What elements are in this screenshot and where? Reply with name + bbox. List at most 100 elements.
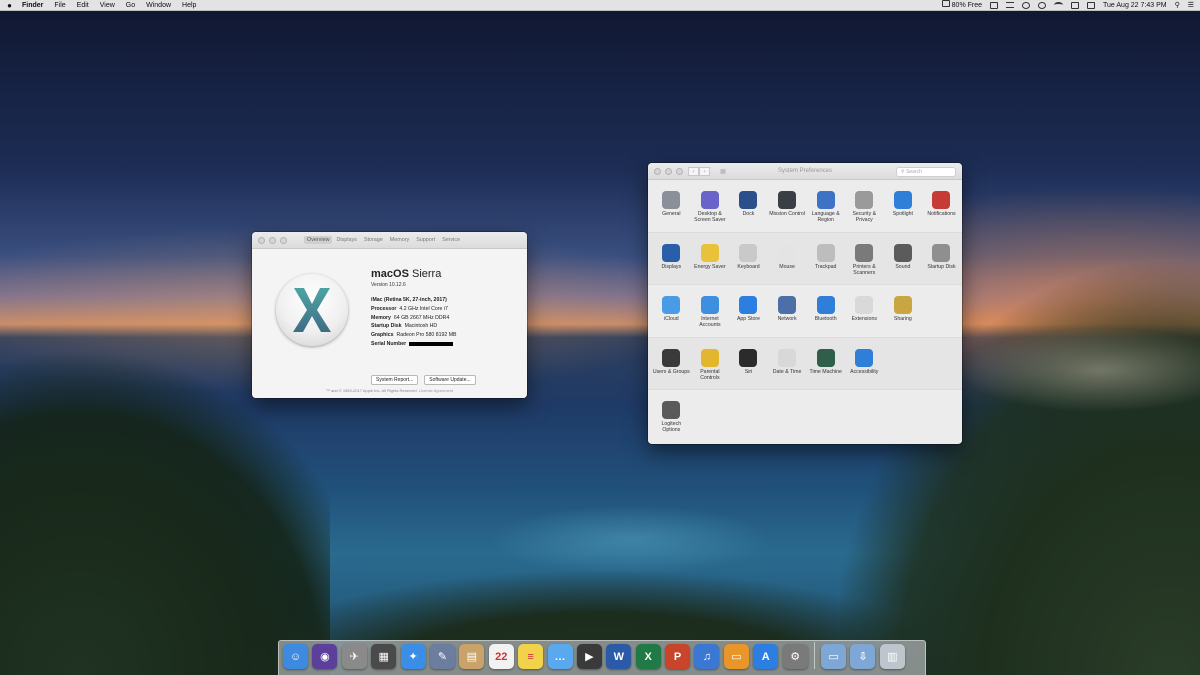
safari-icon[interactable]: ✦ bbox=[400, 644, 426, 669]
messages-icon[interactable]: … bbox=[547, 644, 573, 669]
word-icon[interactable]: W bbox=[606, 644, 632, 669]
spec-key: Memory bbox=[371, 314, 391, 321]
calendar-icon[interactable]: 22 bbox=[488, 644, 514, 669]
notes-icon[interactable]: ≡ bbox=[518, 644, 544, 669]
icloud-icon bbox=[662, 296, 681, 314]
pref-pane-mission-control[interactable]: Mission Control bbox=[768, 180, 807, 232]
spec-key: Serial Number bbox=[371, 340, 407, 347]
facetime-icon[interactable]: ▶ bbox=[576, 644, 602, 669]
pref-pane-parental[interactable]: Parental Controls bbox=[691, 338, 730, 390]
os-name-rest: Sierra bbox=[408, 268, 442, 280]
contacts-icon[interactable]: ▤ bbox=[459, 644, 485, 669]
pref-pane-date-time[interactable]: Date & Time bbox=[768, 338, 807, 390]
pref-pane-mouse[interactable]: Mouse bbox=[768, 233, 807, 285]
tab-overview[interactable]: Overview bbox=[304, 236, 333, 244]
system-report-button[interactable]: System Report... bbox=[371, 375, 419, 385]
dropbox-icon[interactable] bbox=[990, 1, 999, 9]
powerpoint-icon[interactable]: P bbox=[665, 644, 691, 669]
spec-memory: Memory 64 GB 2667 MHz DDR4 bbox=[371, 314, 457, 323]
minimize-button[interactable] bbox=[269, 237, 276, 244]
wifi-icon[interactable] bbox=[1054, 2, 1064, 8]
pref-pane-logitech[interactable]: Logitech Options bbox=[652, 390, 691, 443]
pref-pane-spotlight[interactable]: Spotlight bbox=[884, 180, 923, 232]
ibooks-icon[interactable]: ▭ bbox=[723, 644, 749, 669]
pref-pane-siri[interactable]: Siri bbox=[729, 338, 768, 390]
pref-pane-icloud[interactable]: iCloud bbox=[652, 285, 691, 337]
menu-go[interactable]: Go bbox=[126, 0, 135, 11]
pref-pane-general[interactable]: General bbox=[652, 180, 691, 232]
language-icon bbox=[816, 191, 835, 209]
tab-displays[interactable]: Displays bbox=[333, 236, 359, 244]
search-placeholder: Search bbox=[906, 169, 922, 175]
pref-pane-trackpad[interactable]: Trackpad bbox=[806, 233, 845, 285]
pref-pane-bluetooth[interactable]: Bluetooth bbox=[806, 285, 845, 337]
pref-pane-security[interactable]: Security & Privacy bbox=[845, 180, 884, 232]
time-machine-menu-icon[interactable] bbox=[1038, 1, 1047, 9]
menu-help[interactable]: Help bbox=[182, 0, 196, 11]
pref-pane-sound[interactable]: Sound bbox=[884, 233, 923, 285]
sync-icon[interactable] bbox=[1022, 1, 1031, 9]
trash-icon[interactable]: ▥ bbox=[879, 644, 905, 669]
pref-pane-time-machine[interactable]: Time Machine bbox=[806, 338, 845, 390]
pref-pane-notifications[interactable]: Notifications bbox=[922, 180, 961, 232]
pref-pane-dock[interactable]: Dock bbox=[729, 180, 768, 232]
pref-pane-label: Sharing bbox=[893, 316, 912, 322]
license-agreement-link[interactable]: License Agreement bbox=[419, 388, 453, 393]
app-store-dock-icon[interactable]: A bbox=[753, 644, 779, 669]
itunes-icon[interactable]: ♫ bbox=[694, 644, 720, 669]
memory-status-item[interactable]: 80% Free bbox=[941, 0, 982, 11]
finder-icon[interactable]: ☺ bbox=[283, 644, 308, 669]
tab-service[interactable]: Service bbox=[439, 236, 463, 244]
apple-menu-icon[interactable]: ● bbox=[6, 1, 13, 10]
pref-pane-accessibility[interactable]: Accessibility bbox=[845, 338, 884, 390]
notification-center-icon[interactable]: ☰ bbox=[1188, 0, 1194, 11]
volume-icon[interactable] bbox=[1087, 1, 1096, 9]
preview-icon[interactable]: ✎ bbox=[429, 644, 455, 669]
zoom-button[interactable] bbox=[280, 237, 287, 244]
close-button[interactable] bbox=[258, 237, 265, 244]
tab-memory[interactable]: Memory bbox=[387, 236, 412, 244]
pref-pane-extensions[interactable]: Extensions bbox=[845, 285, 884, 337]
spotlight-menu-icon[interactable]: ⚲ bbox=[1175, 0, 1180, 11]
menu-file[interactable]: File bbox=[54, 0, 65, 11]
pref-row: Users & Groups Parental Controls Siri Date … bbox=[648, 337, 962, 390]
pref-pane-displays[interactable]: Displays bbox=[652, 233, 691, 285]
syspref-search-input[interactable]: ⚲ Search bbox=[896, 167, 956, 177]
pref-pane-internet-accounts[interactable]: Internet Accounts bbox=[691, 285, 730, 337]
airplay-icon[interactable] bbox=[1071, 1, 1080, 9]
system-preferences-dock-icon[interactable]: ⚙ bbox=[782, 644, 808, 669]
pref-pane-desktop[interactable]: Desktop & Screen Saver bbox=[691, 180, 730, 232]
applications-folder-glyph: ▭ bbox=[828, 651, 839, 663]
pref-pane-label: Bluetooth bbox=[814, 316, 837, 322]
menu-bar: ● Finder File Edit View Go Window Help 8… bbox=[0, 0, 1200, 11]
menu-window[interactable]: Window bbox=[146, 0, 171, 11]
menu-edit[interactable]: Edit bbox=[77, 0, 89, 11]
pref-pane-printer[interactable]: Printers & Scanners bbox=[845, 233, 884, 285]
software-update-button[interactable]: Software Update... bbox=[424, 375, 476, 385]
tab-storage[interactable]: Storage bbox=[361, 236, 386, 244]
contacts-glyph: ▤ bbox=[466, 651, 478, 663]
menu-view[interactable]: View bbox=[100, 0, 115, 11]
tab-support[interactable]: Support bbox=[413, 236, 438, 244]
serial-redacted-bar bbox=[409, 341, 454, 346]
pref-pane-network[interactable]: Network bbox=[768, 285, 807, 337]
pref-pane-app-store[interactable]: App Store bbox=[729, 285, 768, 337]
pref-pane-users[interactable]: Users & Groups bbox=[652, 338, 691, 390]
photo-slideshow-icon[interactable]: ▦ bbox=[371, 644, 397, 669]
os-name: macOS Sierra bbox=[371, 268, 457, 280]
pref-pane-keyboard[interactable]: Keyboard bbox=[729, 233, 768, 285]
downloads-folder-icon[interactable]: ⇩ bbox=[850, 644, 876, 669]
launchpad-icon[interactable]: ✈ bbox=[341, 644, 367, 669]
pref-pane-language[interactable]: Language & Region bbox=[806, 180, 845, 232]
pref-pane-energy[interactable]: Energy Saver bbox=[691, 233, 730, 285]
menu-extra-list-icon[interactable] bbox=[1006, 2, 1015, 8]
excel-icon[interactable]: X bbox=[635, 644, 661, 669]
applications-folder-icon[interactable]: ▭ bbox=[821, 644, 847, 669]
siri-dock-icon[interactable]: ◉ bbox=[312, 644, 338, 669]
pref-pane-startup-disk[interactable]: Startup Disk bbox=[922, 233, 961, 285]
pref-pane-label: Mouse bbox=[779, 263, 795, 270]
menu-app-finder[interactable]: Finder bbox=[22, 0, 43, 11]
pref-pane-sharing[interactable]: Sharing bbox=[884, 285, 923, 337]
pref-row: iCloud Internet Accounts App Store Network B… bbox=[648, 285, 962, 338]
clock[interactable]: Tue Aug 22 7:43 PM bbox=[1103, 0, 1167, 11]
